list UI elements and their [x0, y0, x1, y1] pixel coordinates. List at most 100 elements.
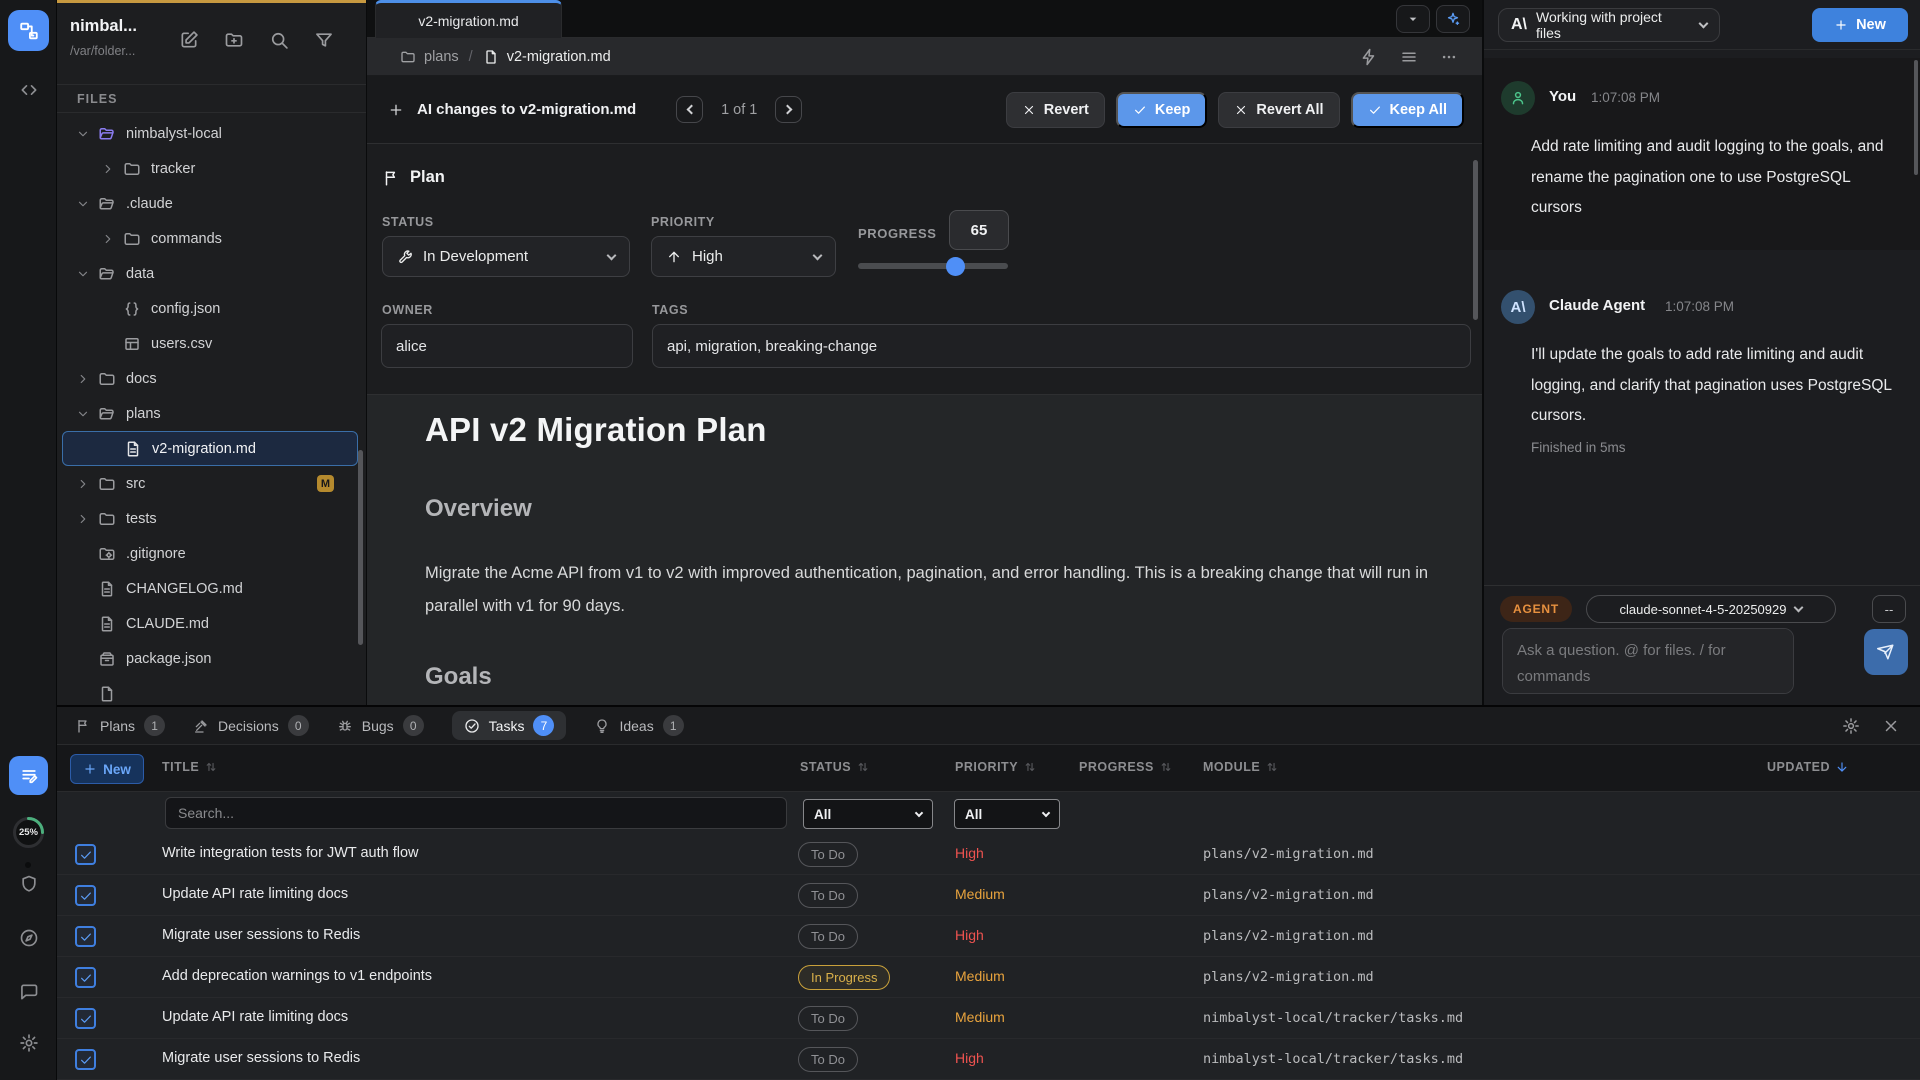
priority-filter-select[interactable]: All — [954, 799, 1060, 829]
tree-item-users-csv[interactable]: users.csv — [57, 326, 366, 361]
search-icon[interactable] — [269, 30, 289, 50]
status-select[interactable]: In Development — [382, 236, 630, 277]
row-checkbox[interactable] — [75, 844, 96, 865]
tree-item-gitignore[interactable]: .gitignore — [57, 536, 366, 571]
task-row[interactable]: Write integration tests for JWT auth flo… — [57, 834, 1920, 875]
status-badge: To Do — [798, 1047, 858, 1072]
compass-icon[interactable] — [0, 928, 57, 948]
progress-value[interactable]: 65 — [949, 210, 1009, 250]
row-checkbox[interactable] — [75, 967, 96, 988]
progress-slider-track[interactable] — [858, 263, 1008, 269]
owner-input[interactable] — [381, 324, 633, 368]
chevron-down-icon[interactable] — [75, 127, 91, 141]
new-ai-tab-button[interactable] — [1436, 5, 1470, 33]
chevron-down-icon[interactable] — [75, 197, 91, 211]
zap-icon[interactable] — [1360, 48, 1378, 66]
tab-ideas[interactable]: Ideas 1 — [594, 715, 683, 736]
tree-item-config-json[interactable]: config.json — [57, 291, 366, 326]
tab-plans[interactable]: Plans 1 — [75, 715, 165, 736]
shield-icon[interactable] — [0, 874, 57, 894]
keep-button[interactable]: Keep — [1116, 92, 1207, 128]
session-select[interactable]: A\ Working with project files — [1498, 8, 1720, 42]
col-updated[interactable]: UPDATED — [1767, 760, 1849, 774]
status-filter-select[interactable]: All — [803, 799, 933, 829]
task-row[interactable]: Migrate user sessions to Redis To Do Hig… — [57, 1039, 1920, 1080]
tree-item-nimbalyst-local[interactable]: nimbalyst-local — [57, 116, 366, 151]
tab-decisions[interactable]: Decisions 0 — [193, 715, 309, 736]
new-task-button[interactable]: New — [70, 754, 144, 784]
col-module[interactable]: MODULE — [1203, 760, 1279, 774]
tree-item-changelog[interactable]: CHANGELOG.md — [57, 571, 366, 606]
row-checkbox[interactable] — [75, 926, 96, 947]
outline-icon[interactable] — [1400, 48, 1418, 66]
task-row[interactable]: Update API rate limiting docs To Do Medi… — [57, 875, 1920, 916]
tab-tasks[interactable]: Tasks 7 — [452, 711, 567, 740]
progress-slider-thumb[interactable] — [946, 257, 965, 276]
chat-input[interactable] — [1502, 628, 1794, 694]
new-file-icon[interactable] — [179, 30, 199, 50]
new-chat-button[interactable]: New — [1812, 8, 1908, 42]
breadcrumb-folder[interactable]: plans — [400, 49, 459, 65]
tree-item-tracker[interactable]: tracker — [57, 151, 366, 186]
tree-item-tests[interactable]: tests — [57, 501, 366, 536]
filter-icon[interactable] — [314, 30, 334, 50]
tree-item-package-json[interactable]: package.json — [57, 641, 366, 676]
token-counter-button[interactable]: -- — [1872, 595, 1906, 623]
usage-progress-ring[interactable]: 25% — [11, 815, 46, 850]
chevron-down-icon[interactable] — [75, 267, 91, 281]
new-folder-icon[interactable] — [224, 30, 244, 50]
task-row[interactable]: Migrate user sessions to Redis To Do Hig… — [57, 916, 1920, 957]
revert-button[interactable]: Revert — [1006, 92, 1105, 128]
chevron-down-icon[interactable] — [75, 407, 91, 421]
keep-all-button[interactable]: Keep All — [1351, 92, 1464, 128]
tree-item-claude-md[interactable]: CLAUDE.md — [57, 606, 366, 641]
tree-item-plans[interactable]: plans — [57, 396, 366, 431]
revert-all-button[interactable]: Revert All — [1218, 92, 1339, 128]
task-row[interactable]: Add deprecation warnings to v1 endpoints… — [57, 957, 1920, 998]
settings-icon[interactable] — [0, 1033, 57, 1053]
model-select[interactable]: claude-sonnet-4-5-20250929 — [1586, 595, 1836, 623]
document-body[interactable]: API v2 Migration Plan Overview Migrate t… — [367, 395, 1482, 705]
feedback-icon[interactable] — [0, 982, 57, 1002]
tab-dropdown-button[interactable] — [1396, 5, 1430, 33]
row-checkbox[interactable] — [75, 1049, 96, 1070]
breadcrumb-file[interactable]: v2-migration.md — [483, 49, 611, 65]
tree-item-src[interactable]: src M — [57, 466, 366, 501]
col-status[interactable]: STATUS — [800, 760, 870, 774]
tab-v2-migration[interactable]: v2-migration.md — [375, 0, 562, 38]
task-row[interactable]: Update API rate limiting docs To Do Medi… — [57, 998, 1920, 1039]
tab-bugs[interactable]: Bugs 0 — [337, 715, 424, 736]
sidebar-scrollbar[interactable] — [358, 450, 363, 645]
prev-change-button[interactable] — [676, 96, 703, 123]
col-progress[interactable]: PROGRESS — [1079, 760, 1173, 774]
chevron-down-icon — [813, 250, 823, 260]
next-change-button[interactable] — [775, 96, 802, 123]
chevron-right-icon[interactable] — [100, 162, 116, 176]
tasks-panel-button[interactable] — [9, 756, 48, 795]
app-logo[interactable] — [8, 10, 49, 51]
chat-scrollbar[interactable] — [1914, 60, 1918, 175]
chevron-right-icon[interactable] — [75, 512, 91, 526]
tree-item-data[interactable]: data — [57, 256, 366, 291]
send-button[interactable] — [1864, 629, 1908, 675]
tree-item-v2-migration-selected[interactable]: v2-migration.md — [62, 431, 358, 466]
code-icon[interactable] — [0, 80, 57, 100]
tree-item-commands[interactable]: commands — [57, 221, 366, 256]
tags-input[interactable] — [652, 324, 1471, 368]
row-checkbox[interactable] — [75, 885, 96, 906]
search-input[interactable] — [165, 797, 787, 829]
col-title[interactable]: TITLE — [162, 760, 218, 774]
more-icon[interactable] — [1440, 48, 1458, 66]
col-priority[interactable]: PRIORITY — [955, 760, 1037, 774]
row-checkbox[interactable] — [75, 1008, 96, 1029]
chevron-right-icon[interactable] — [100, 232, 116, 246]
chevron-right-icon[interactable] — [75, 372, 91, 386]
tree-item-claude[interactable]: .claude — [57, 186, 366, 221]
tree-item-docs[interactable]: docs — [57, 361, 366, 396]
priority-select[interactable]: High — [651, 236, 836, 277]
editor-scrollbar[interactable] — [1473, 160, 1478, 320]
panel-settings-icon[interactable] — [1842, 717, 1860, 735]
tree-item-partial[interactable] — [57, 676, 366, 705]
panel-close-icon[interactable] — [1882, 717, 1900, 735]
chevron-right-icon[interactable] — [75, 477, 91, 491]
